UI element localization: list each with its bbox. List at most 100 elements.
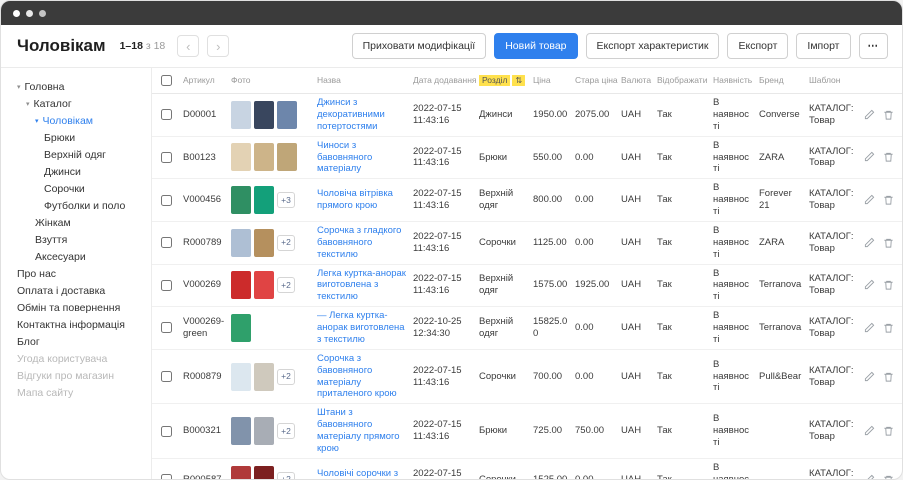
product-thumbnail[interactable]	[231, 271, 251, 299]
column-date-added[interactable]: Дата додавання	[410, 75, 476, 86]
sidebar-item[interactable]: Оплата і доставка	[17, 282, 151, 299]
sidebar-item[interactable]: Жінкам	[17, 214, 151, 231]
product-thumbnail[interactable]	[254, 229, 274, 257]
sidebar-item[interactable]: Відгуки про магазин	[17, 367, 151, 384]
product-thumbnail[interactable]	[231, 101, 251, 129]
row-checkbox[interactable]	[161, 109, 172, 120]
product-thumbnail[interactable]	[254, 417, 274, 445]
sidebar-item[interactable]: Контактна інформація	[17, 316, 151, 333]
sidebar-item[interactable]: Сорочки	[17, 180, 151, 197]
row-checkbox[interactable]	[161, 280, 172, 291]
product-thumbnail[interactable]	[254, 363, 274, 391]
edit-icon[interactable]	[864, 237, 875, 249]
sidebar-item[interactable]: Взуття	[17, 231, 151, 248]
delete-icon[interactable]	[883, 279, 894, 291]
column-availability[interactable]: Наявність	[710, 75, 756, 86]
product-name-link[interactable]: Чоловічі сорочки з легкого текстилю	[317, 468, 398, 479]
product-name-link[interactable]: Сорочка з гладкого бавовняного текстилю	[317, 225, 401, 260]
product-thumbnail[interactable]	[254, 101, 274, 129]
product-thumbnail[interactable]	[277, 101, 297, 129]
availability-cell: В наявності	[710, 310, 756, 346]
product-thumbnail[interactable]	[254, 271, 274, 299]
product-name-link[interactable]: Чиноси з бавовняного матеріалу	[317, 140, 372, 175]
select-all-checkbox[interactable]	[161, 75, 172, 86]
product-thumbnail[interactable]	[231, 363, 251, 391]
sidebar-item[interactable]: Брюки	[17, 129, 151, 146]
row-checkbox[interactable]	[161, 237, 172, 248]
row-checkbox[interactable]	[161, 474, 172, 479]
product-thumbnail[interactable]	[254, 466, 274, 479]
column-photo[interactable]: Фото	[228, 75, 314, 86]
sidebar-item[interactable]: Джинси	[17, 163, 151, 180]
column-name[interactable]: Назва	[314, 75, 410, 86]
sidebar-item[interactable]: ▾Чоловікам	[17, 112, 151, 129]
product-name-link[interactable]: Легка куртка-анорак виготовлена з тексти…	[317, 268, 406, 303]
edit-icon[interactable]	[864, 194, 875, 206]
column-section[interactable]: Розділ⇅	[476, 75, 530, 86]
delete-icon[interactable]	[883, 237, 894, 249]
delete-icon[interactable]	[883, 151, 894, 163]
export-characteristics-button[interactable]: Експорт характеристик	[586, 33, 720, 59]
sidebar-item[interactable]: Футболки и поло	[17, 197, 151, 214]
sidebar-item[interactable]: ▾Каталог	[17, 95, 151, 112]
edit-icon[interactable]	[864, 474, 875, 479]
edit-icon[interactable]	[864, 425, 875, 437]
sidebar-item[interactable]: Угода користувача	[17, 350, 151, 367]
product-name-link[interactable]: Сорочка з бавовняного матеріалу притален…	[317, 353, 397, 400]
product-thumbnail[interactable]	[254, 186, 274, 214]
product-thumbnail[interactable]	[231, 466, 251, 479]
column-article[interactable]: Артикул	[180, 75, 228, 86]
edit-icon[interactable]	[864, 371, 875, 383]
column-display[interactable]: Відображати	[654, 75, 710, 86]
product-thumbnail[interactable]	[277, 143, 297, 171]
sidebar-item[interactable]: Мапа сайту	[17, 384, 151, 401]
delete-icon[interactable]	[883, 425, 894, 437]
new-product-button[interactable]: Новий товар	[494, 33, 577, 59]
sidebar-item[interactable]: Блог	[17, 333, 151, 350]
import-button[interactable]: Імпорт	[796, 33, 850, 59]
product-name-link[interactable]: Джинси з декоративними потертостями	[317, 97, 385, 132]
sidebar-item[interactable]: Аксесуари	[17, 248, 151, 265]
column-currency[interactable]: Валюта	[618, 75, 654, 86]
product-thumbnail[interactable]	[231, 229, 251, 257]
next-page-button[interactable]: ›	[207, 35, 229, 57]
edit-icon[interactable]	[864, 151, 875, 163]
sidebar-item[interactable]: ▾Головна	[17, 78, 151, 95]
product-name-link[interactable]: Штани з бавовняного матеріалу прямого кр…	[317, 407, 400, 454]
edit-icon[interactable]	[864, 109, 875, 121]
sidebar-item[interactable]: Обмін та повернення	[17, 299, 151, 316]
column-price[interactable]: Ціна	[530, 75, 572, 86]
prev-page-button[interactable]: ‹	[177, 35, 199, 57]
product-name-link[interactable]: — Легка куртка-анорак виготовлена з текс…	[317, 310, 405, 345]
currency-cell: UAH	[618, 194, 654, 206]
delete-icon[interactable]	[883, 322, 894, 334]
product-thumbnail[interactable]	[254, 143, 274, 171]
column-old-price[interactable]: Стара ціна	[572, 75, 618, 86]
product-thumbnail[interactable]	[231, 186, 251, 214]
row-checkbox[interactable]	[161, 322, 172, 333]
row-checkbox[interactable]	[161, 371, 172, 382]
old-price-cell: 0.00	[572, 474, 618, 479]
export-button[interactable]: Експорт	[727, 33, 788, 59]
sidebar-item-label: Взуття	[35, 234, 67, 246]
column-brand[interactable]: Бренд	[756, 75, 806, 86]
hide-modifications-button[interactable]: Приховати модифікації	[352, 33, 487, 59]
edit-icon[interactable]	[864, 322, 875, 334]
row-checkbox[interactable]	[161, 152, 172, 163]
delete-icon[interactable]	[883, 474, 894, 479]
more-actions-button[interactable]: ⋯	[859, 33, 889, 59]
product-name-link[interactable]: Чоловіча вітрівка прямого крою	[317, 188, 393, 211]
delete-icon[interactable]	[883, 109, 894, 121]
sort-icon[interactable]: ⇅	[512, 75, 525, 86]
column-template[interactable]: Шаблон	[806, 75, 860, 86]
product-thumbnail[interactable]	[231, 143, 251, 171]
sidebar-item[interactable]: Про нас	[17, 265, 151, 282]
edit-icon[interactable]	[864, 279, 875, 291]
sidebar-item[interactable]: Верхній одяг	[17, 146, 151, 163]
product-thumbnail[interactable]	[231, 417, 251, 445]
row-checkbox[interactable]	[161, 426, 172, 437]
delete-icon[interactable]	[883, 194, 894, 206]
product-thumbnail[interactable]	[231, 314, 251, 342]
delete-icon[interactable]	[883, 371, 894, 383]
row-checkbox[interactable]	[161, 195, 172, 206]
